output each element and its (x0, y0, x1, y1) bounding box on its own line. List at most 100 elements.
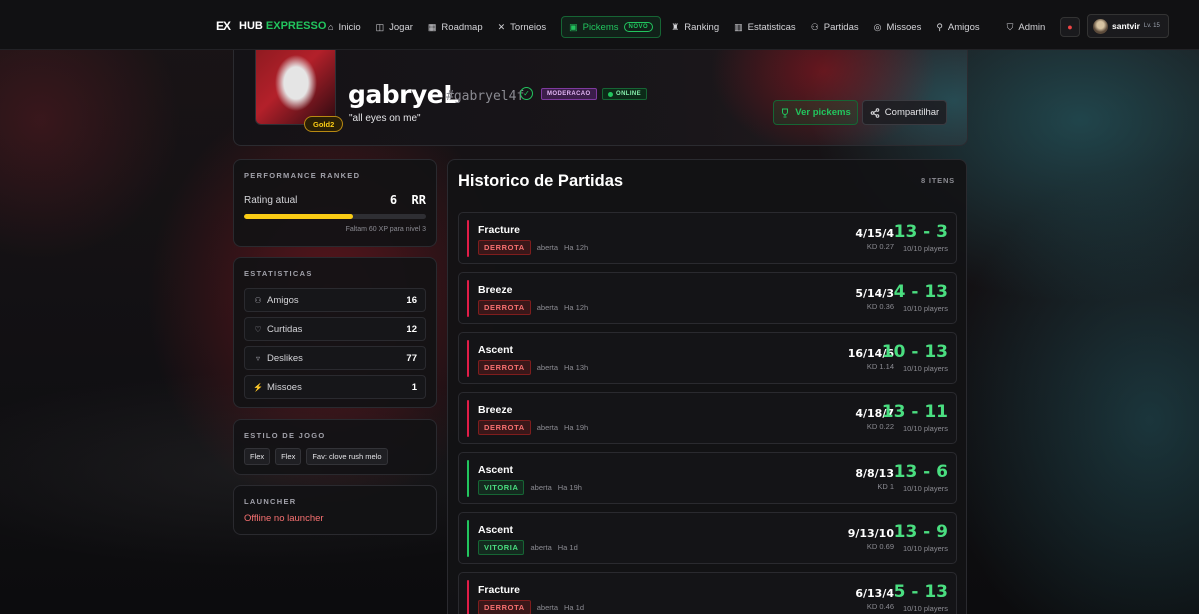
match-type: aberta (530, 543, 552, 552)
match-kda: 6/13/4 (855, 587, 894, 600)
play-style-chip: Flex (275, 448, 302, 465)
match-type: aberta (536, 423, 559, 432)
bolt-icon: ⚡ (253, 382, 263, 392)
nav-item-estatisticas[interactable]: ▥ Estatisticas (734, 17, 806, 37)
match-score: 10 - 13 (881, 342, 948, 362)
play-style-chip: Flex (244, 448, 271, 465)
nav-menu: ⌂ Inicio ◫ Jogar ▦ Roadmap ✕ Torneios ▣ Pickems NO… (328, 16, 1060, 38)
stats-title: ESTATISTICAS (244, 269, 313, 278)
result-strip (467, 280, 469, 317)
match-type: aberta (536, 603, 559, 612)
notifications-button[interactable]: ● (1060, 17, 1080, 37)
match-map: Ascent (478, 524, 514, 536)
match-kda: 4/15/4 (855, 227, 894, 240)
match-row[interactable]: Fracture DERROTA aberta Ha 1d 6/13/4 KD 0.46 5… (458, 572, 957, 614)
stat-label: Deslikes (267, 352, 303, 364)
stat-row-curtidas: ♡ Curtidas 12 (244, 317, 426, 341)
chart-icon: ▥ (734, 21, 743, 32)
shield-icon: ⛉ (1006, 21, 1014, 32)
user-name: santvir (1112, 21, 1140, 31)
nav-item-label: Roadmap (441, 21, 483, 33)
stat-row-amigos: ⚇ Amigos 16 (244, 288, 426, 312)
match-row[interactable]: Fracture DERROTA aberta Ha 12h 4/15/4 KD 0.27… (458, 212, 957, 264)
match-players: 10/10 players (902, 544, 948, 553)
match-result-badge: VITORIA (478, 540, 525, 555)
match-type: aberta (536, 363, 559, 372)
nav-item-pickems[interactable]: ▣ Pickems NOVO (561, 16, 662, 38)
xp-hint: Faltam 60 XP para nivel 3 (345, 226, 426, 233)
rating-value: 6 RR (389, 193, 426, 207)
match-map: Breeze (478, 284, 513, 296)
nav-item-inicio[interactable]: ⌂ Inicio (328, 17, 371, 37)
match-history-title: Historico de Partidas (458, 172, 624, 190)
profile-banner (233, 40, 968, 146)
match-kd: KD 0.69 (866, 542, 894, 551)
nav-item-label: Jogar (389, 21, 413, 33)
match-type: aberta (536, 303, 559, 312)
online-dot-icon (608, 91, 613, 97)
share-icon (870, 107, 880, 118)
play-style-card: ESTILO DE JOGO Flex Flex Fav: clove rush m… (233, 419, 437, 475)
match-players: 10/10 players (902, 604, 948, 613)
match-time: Ha 1d (564, 603, 585, 612)
nav-item-label: Pickems (582, 21, 619, 33)
logo-mark-icon: EX (215, 19, 231, 33)
match-result-badge: DERROTA (478, 360, 531, 375)
performance-card: PERFORMANCE RANKED Rating atual 6 RR Fal… (233, 159, 437, 247)
stat-value: 1 (411, 381, 417, 393)
rating-label: Rating atual (244, 194, 298, 206)
match-row[interactable]: Ascent DERROTA aberta Ha 13h 16/14/6 KD 1.14 1… (458, 332, 957, 384)
match-result-badge: DERROTA (478, 300, 531, 315)
stat-label: Curtidas (267, 323, 303, 335)
share-button[interactable]: Compartilhar (862, 100, 947, 125)
match-row[interactable]: Breeze DERROTA aberta Ha 12h 5/14/3 KD 0.36 4 … (458, 272, 957, 324)
match-kd: KD 0.36 (866, 302, 894, 311)
nav-item-label: Amigos (947, 21, 980, 33)
result-strip (467, 520, 469, 557)
clipboard-icon: ▣ (569, 21, 578, 32)
nav-item-label: Inicio (338, 21, 361, 33)
online-badge: ONLINE (602, 88, 648, 100)
match-score: 13 - 3 (893, 222, 948, 242)
brand-name: HUB EXPRESSO (239, 20, 327, 32)
stat-value: 12 (406, 323, 417, 335)
stat-label: Amigos (267, 294, 299, 306)
play-style-chip: Fav: clove rush melo (306, 448, 388, 465)
nav-item-jogar[interactable]: ◫ Jogar (376, 17, 423, 37)
match-kda: 5/14/3 (855, 287, 894, 300)
match-players: 10/10 players (902, 364, 948, 373)
nav-item-label: Partidas (823, 21, 859, 33)
match-kda: 8/8/13 (855, 467, 894, 480)
gamepad-icon: ◫ (375, 21, 385, 32)
match-score: 13 - 9 (893, 522, 948, 542)
nav-item-torneios[interactable]: ✕ Torneios (498, 17, 556, 37)
view-pickems-button[interactable]: Ver pickems (773, 100, 858, 125)
match-players: 10/10 players (902, 244, 948, 253)
result-strip (467, 220, 469, 257)
nav-item-ranking[interactable]: ♜ Ranking (671, 17, 729, 37)
match-score: 5 - 13 (893, 582, 948, 602)
nav-item-partidas[interactable]: ⚇ Partidas (811, 17, 869, 37)
performance-title: PERFORMANCE RANKED (244, 171, 361, 180)
user-menu-button[interactable]: santvir Lv. 15 (1087, 14, 1169, 38)
match-players: 10/10 players (902, 424, 948, 433)
match-row[interactable]: Ascent VITORIA aberta Ha 19h 8/8/13 KD 1 13 - … (458, 452, 957, 504)
stat-row-missoes: ⚡ Missoes 1 (244, 375, 426, 399)
match-row[interactable]: Breeze DERROTA aberta Ha 19h 4/18/7 KD 0.22 13… (458, 392, 957, 444)
match-kd: KD 1.14 (866, 362, 894, 371)
nav-item-label: Ranking (684, 21, 720, 33)
match-type: aberta (536, 243, 559, 252)
profile-tag: #gabryel4f (446, 89, 525, 104)
nav-item-admin[interactable]: ⛉ Admin (1007, 17, 1056, 37)
match-map: Fracture (478, 584, 521, 596)
match-time: Ha 12h (564, 303, 589, 312)
nav-item-label: Missoes (886, 21, 922, 33)
nav-item-missoes[interactable]: ◎ Missoes (874, 17, 932, 37)
top-navbar: EX HUB EXPRESSO ⌂ Inicio ◫ Jogar ▦ Roadmap ✕ To… (0, 0, 1199, 50)
swords-icon: ✕ (497, 21, 506, 32)
brand-logo[interactable]: EX HUB EXPRESSO (213, 17, 326, 35)
nav-item-roadmap[interactable]: ▦ Roadmap (428, 17, 493, 37)
match-row[interactable]: Ascent VITORIA aberta Ha 1d 9/13/10 KD 0.69 13… (458, 512, 957, 564)
nav-item-amigos[interactable]: ⚲ Amigos (936, 17, 989, 37)
match-result-badge: DERROTA (478, 600, 531, 614)
